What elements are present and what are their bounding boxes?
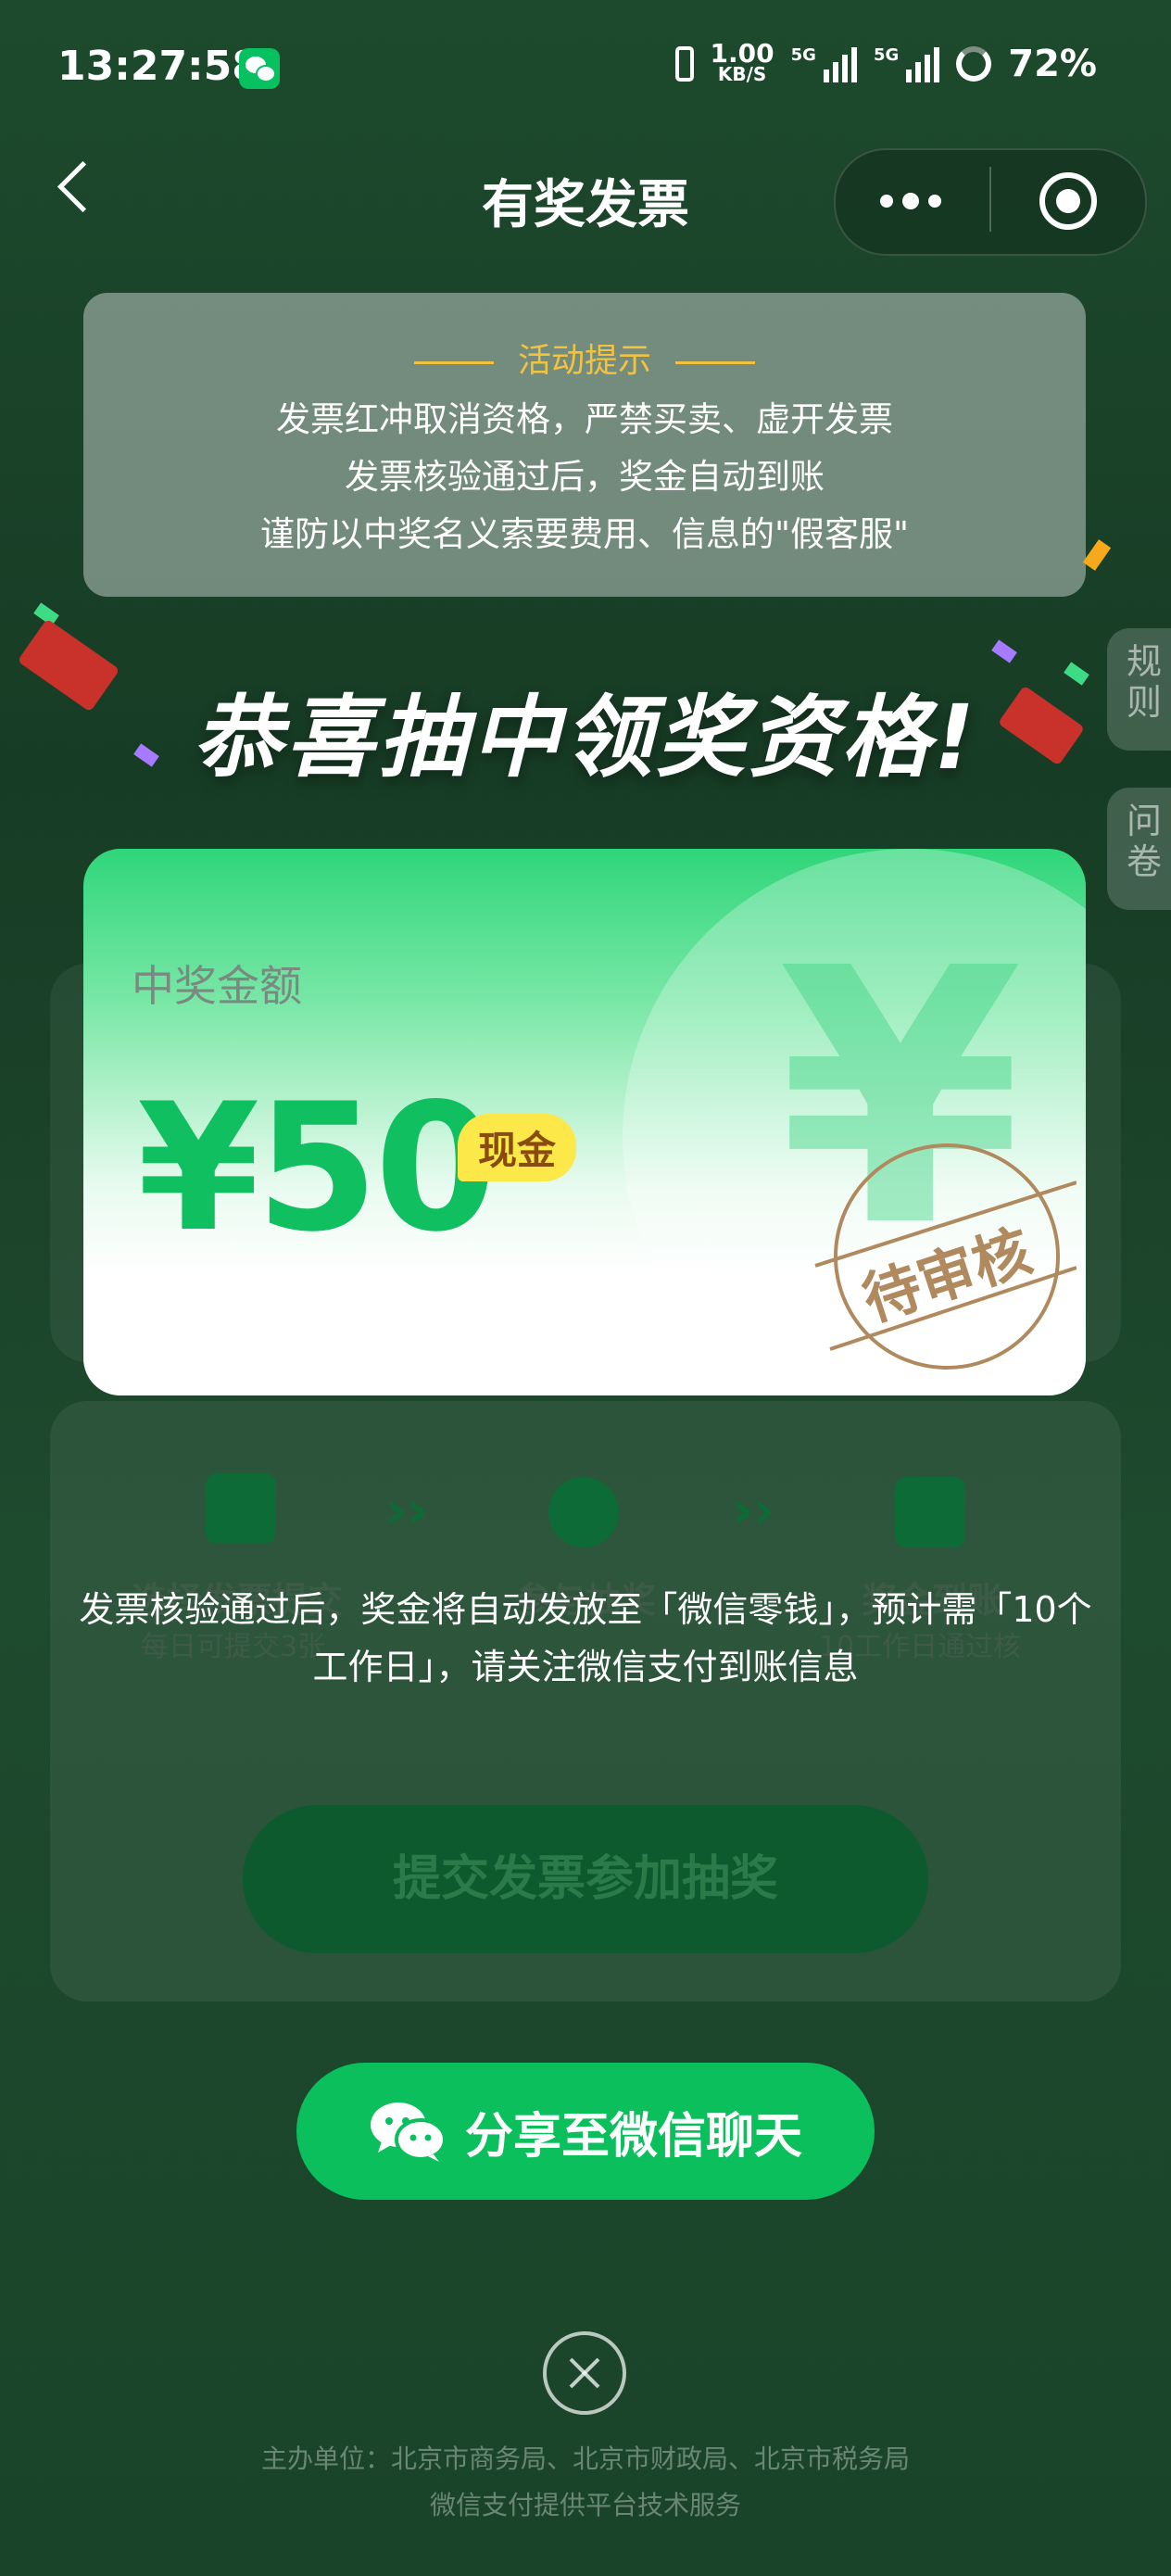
share-to-wechat-button[interactable]: 分享至微信聊天 — [296, 2063, 875, 2200]
signal-label-2: 5G — [873, 45, 900, 65]
notice-line: 谨防以中奖名义索要费用、信息的"假客服" — [259, 514, 910, 554]
stamp-text: 待审核 — [854, 1217, 1039, 1334]
submit-invoice-button[interactable]: 提交发票参加抽奖 — [243, 1805, 928, 1953]
wechat-notification-icon — [239, 48, 280, 89]
signal-icon-1: 5G — [791, 45, 857, 82]
prize-amount: ¥50 — [137, 1066, 497, 1270]
confetti-decoration — [1082, 539, 1112, 571]
status-bar: 13:27:58 1.00 KB/S 5G 5G 72% — [0, 0, 1171, 139]
pending-review-stamp: 待审核 — [814, 1143, 1077, 1370]
notice-line: 发票红冲取消资格，严禁买卖、虚开发票 — [276, 399, 893, 439]
signal-label-1: 5G — [790, 45, 816, 65]
share-button-label: 分享至微信聊天 — [464, 2108, 802, 2165]
notice-heading: 活动提示 — [83, 334, 1086, 382]
battery-level: 72% — [1008, 43, 1097, 85]
cash-badge: 现金 — [458, 1114, 577, 1181]
payout-info-message: 发票核验通过后，奖金将自动发放至「微信零钱」，预计需「10个工作日」，请关注微信… — [79, 1589, 1092, 1687]
wallet-icon — [895, 1477, 965, 1547]
step-arrow-icon: ›› — [732, 1481, 775, 1541]
prize-amount-label: 中奖金额 — [132, 961, 302, 1011]
notice-line: 发票核验通过后，奖金自动到账 — [345, 457, 825, 497]
battery-icon — [956, 46, 992, 82]
submit-invoice-icon — [206, 1473, 276, 1544]
side-tab-survey[interactable]: 问卷 — [1107, 788, 1171, 910]
network-rate: 1.00 KB/S — [710, 38, 774, 85]
vibrate-icon — [674, 46, 694, 82]
close-miniprogram-icon[interactable] — [1039, 172, 1097, 230]
more-menu-icon[interactable] — [880, 193, 941, 209]
money-bag-icon — [548, 1477, 619, 1547]
step-arrow-icon: ›› — [385, 1481, 429, 1541]
status-indicators: 1.00 KB/S 5G 5G 72% — [674, 38, 1097, 85]
signal-icon-2: 5G — [873, 45, 940, 82]
footer-tech-support: 微信支付提供平台技术服务 — [429, 2490, 741, 2520]
net-rate-value: 1.00 — [710, 38, 774, 69]
footer-organizers: 主办单位：北京市商务局、北京市财政局、北京市税务局 — [260, 2443, 910, 2474]
status-time: 13:27:58 — [57, 43, 260, 90]
side-tab-survey-label: 问卷 — [1126, 801, 1162, 882]
close-modal-icon[interactable] — [543, 2331, 626, 2415]
confetti-decoration — [991, 639, 1017, 663]
congrats-headline: 恭喜抽中领奖资格! — [193, 686, 978, 789]
notice-heading-text: 活动提示 — [517, 342, 651, 380]
net-rate-unit: KB/S — [717, 63, 767, 85]
wechat-icon — [370, 2102, 447, 2162]
capsule-divider — [989, 167, 991, 232]
prize-card: ¥ 中奖金额 ¥50 现金 待审核 — [83, 849, 1086, 1395]
